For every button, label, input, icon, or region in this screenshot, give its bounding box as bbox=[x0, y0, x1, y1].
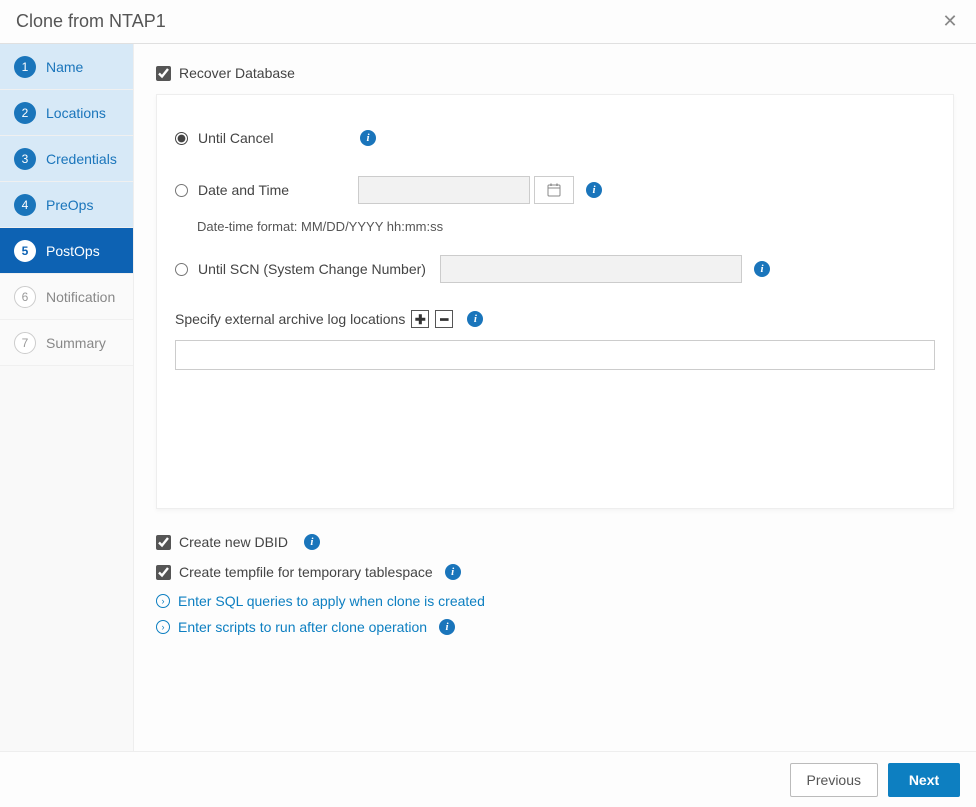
step-number: 2 bbox=[14, 102, 36, 124]
previous-button[interactable]: Previous bbox=[790, 763, 878, 797]
date-and-time-row: Date and Time i bbox=[175, 173, 935, 207]
until-cancel-label: Until Cancel bbox=[198, 130, 348, 146]
title-bar: Clone from NTAP1 ✕ bbox=[0, 0, 976, 44]
content-area: Recover Database Until Cancel i Date and… bbox=[134, 44, 976, 751]
create-dbid-checkbox[interactable] bbox=[156, 535, 171, 550]
until-scn-input[interactable] bbox=[440, 255, 742, 283]
step-locations[interactable]: 2 Locations bbox=[0, 90, 133, 136]
until-cancel-radio[interactable] bbox=[175, 132, 188, 145]
step-label: Credentials bbox=[46, 151, 117, 167]
info-icon[interactable]: i bbox=[467, 311, 483, 327]
step-label: PreOps bbox=[46, 197, 93, 213]
step-label: Summary bbox=[46, 335, 106, 351]
archive-log-label: Specify external archive log locations bbox=[175, 311, 405, 327]
until-scn-radio[interactable] bbox=[175, 263, 188, 276]
step-number: 4 bbox=[14, 194, 36, 216]
dialog-title: Clone from NTAP1 bbox=[16, 11, 938, 32]
info-icon[interactable]: i bbox=[360, 130, 376, 146]
date-and-time-label: Date and Time bbox=[198, 182, 358, 198]
recover-options-panel: Until Cancel i Date and Time i Date-time… bbox=[156, 94, 954, 509]
until-scn-label: Until SCN (System Change Number) bbox=[198, 261, 426, 277]
info-icon[interactable]: i bbox=[586, 182, 602, 198]
step-label: Name bbox=[46, 59, 83, 75]
recover-database-checkbox[interactable] bbox=[156, 66, 171, 81]
create-tempfile-row[interactable]: Create tempfile for temporary tablespace… bbox=[156, 563, 954, 581]
step-notification[interactable]: 6 Notification bbox=[0, 274, 133, 320]
close-icon[interactable]: ✕ bbox=[938, 11, 962, 32]
wizard-sidebar: 1 Name 2 Locations 3 Credentials 4 PreOp… bbox=[0, 44, 134, 751]
add-location-icon[interactable]: ✚ bbox=[411, 310, 429, 328]
chevron-right-icon: › bbox=[156, 594, 170, 608]
enter-sql-label: Enter SQL queries to apply when clone is… bbox=[178, 593, 485, 609]
info-icon[interactable]: i bbox=[445, 564, 461, 580]
enter-scripts-label: Enter scripts to run after clone operati… bbox=[178, 619, 427, 635]
calendar-icon[interactable] bbox=[534, 176, 574, 204]
date-and-time-input[interactable] bbox=[358, 176, 530, 204]
step-number: 1 bbox=[14, 56, 36, 78]
step-number: 5 bbox=[14, 240, 36, 262]
until-scn-row: Until SCN (System Change Number) i bbox=[175, 252, 935, 286]
step-name[interactable]: 1 Name bbox=[0, 44, 133, 90]
step-credentials[interactable]: 3 Credentials bbox=[0, 136, 133, 182]
next-button[interactable]: Next bbox=[888, 763, 960, 797]
create-dbid-label: Create new DBID bbox=[179, 533, 288, 551]
create-dbid-row[interactable]: Create new DBID i bbox=[156, 533, 954, 551]
create-tempfile-checkbox[interactable] bbox=[156, 565, 171, 580]
step-preops[interactable]: 4 PreOps bbox=[0, 182, 133, 228]
step-number: 3 bbox=[14, 148, 36, 170]
date-and-time-radio[interactable] bbox=[175, 184, 188, 197]
enter-scripts-link[interactable]: › Enter scripts to run after clone opera… bbox=[156, 619, 954, 635]
step-number: 6 bbox=[14, 286, 36, 308]
until-cancel-row: Until Cancel i bbox=[175, 121, 935, 155]
footer: Previous Next bbox=[0, 751, 976, 807]
recover-database-label: Recover Database bbox=[179, 64, 295, 82]
chevron-right-icon: › bbox=[156, 620, 170, 634]
enter-sql-link[interactable]: › Enter SQL queries to apply when clone … bbox=[156, 593, 954, 609]
step-label: Notification bbox=[46, 289, 115, 305]
info-icon[interactable]: i bbox=[304, 534, 320, 550]
step-summary[interactable]: 7 Summary bbox=[0, 320, 133, 366]
info-icon[interactable]: i bbox=[439, 619, 455, 635]
remove-location-icon[interactable]: ━ bbox=[435, 310, 453, 328]
recover-database-row[interactable]: Recover Database bbox=[156, 64, 954, 82]
step-label: Locations bbox=[46, 105, 106, 121]
step-number: 7 bbox=[14, 332, 36, 354]
info-icon[interactable]: i bbox=[754, 261, 770, 277]
dialog-clone: Clone from NTAP1 ✕ 1 Name 2 Locations 3 … bbox=[0, 0, 976, 807]
date-format-hint: Date-time format: MM/DD/YYYY hh:mm:ss bbox=[197, 219, 935, 234]
archive-log-row: Specify external archive log locations ✚… bbox=[175, 310, 935, 328]
create-tempfile-label: Create tempfile for temporary tablespace bbox=[179, 563, 433, 581]
archive-log-input[interactable] bbox=[175, 340, 935, 370]
step-postops[interactable]: 5 PostOps bbox=[0, 228, 133, 274]
step-label: PostOps bbox=[46, 243, 100, 259]
